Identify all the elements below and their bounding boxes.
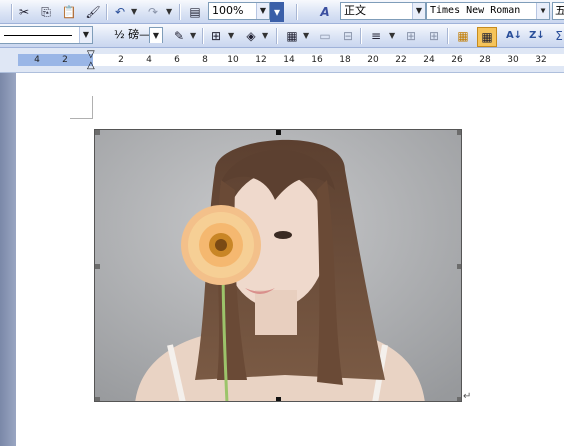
- toolbar-separator: [296, 4, 298, 20]
- toolbar-separator: [106, 4, 108, 20]
- sort-descending-icon[interactable]: Z↓: [528, 27, 546, 45]
- ruler-number: 2: [62, 55, 68, 65]
- resize-handle[interactable]: [457, 397, 461, 401]
- standard-toolbar: ▏ ✂ ⎘ 📋 🖌 ↶ ▼ ↷ ▼ ▤ 100% ▼ ▾ A 正文 ▼ Time…: [0, 0, 564, 24]
- ruler-number: 26: [451, 55, 463, 65]
- resize-handle[interactable]: [276, 397, 281, 401]
- autosum-icon[interactable]: Σ: [550, 27, 564, 45]
- shading-dropdown-arrow[interactable]: ▼: [262, 27, 268, 45]
- distribute-rows-icon[interactable]: ⊞: [402, 27, 420, 45]
- hanging-indent-marker[interactable]: △: [87, 61, 95, 71]
- line-weight-value: ½ 磅—: [114, 28, 151, 41]
- toolbar-separator: [276, 28, 278, 44]
- line-weight-dropdown[interactable]: ½ 磅— ▼: [110, 26, 164, 44]
- resize-handle[interactable]: [95, 264, 100, 269]
- photo-image: [95, 130, 461, 401]
- format-painter-icon[interactable]: 🖌: [84, 3, 102, 21]
- font-dropdown[interactable]: Times New Roman ▼: [426, 2, 550, 20]
- sort-ascending-icon[interactable]: A↓: [505, 27, 523, 45]
- ruler-number: 24: [423, 55, 435, 65]
- toolbar-separator: [202, 28, 204, 44]
- ruler-number: 30: [507, 55, 519, 65]
- show-gridlines-icon[interactable]: ▦: [477, 27, 497, 47]
- distribute-columns-icon[interactable]: ⊞: [425, 27, 443, 45]
- ruler-number: 32: [535, 55, 547, 65]
- ruler-number: 14: [283, 55, 295, 65]
- text-boundary-corner: [70, 96, 93, 119]
- border-dropdown-arrow[interactable]: ▼: [228, 27, 234, 45]
- undo-dropdown-arrow[interactable]: ▼: [131, 3, 137, 21]
- ruler-number: 4: [34, 55, 40, 65]
- split-cells-icon[interactable]: ⊟: [339, 27, 357, 45]
- insert-table-dropdown-arrow[interactable]: ▼: [303, 27, 309, 45]
- resize-handle[interactable]: [457, 130, 461, 135]
- merge-cells-icon[interactable]: ▭: [316, 27, 334, 45]
- inserted-photo[interactable]: [94, 129, 462, 402]
- outside-border-icon[interactable]: ⊞: [207, 27, 225, 45]
- ruler-number: 20: [367, 55, 379, 65]
- ruler-number: 28: [479, 55, 491, 65]
- paragraph-mark-icon: ↵: [463, 391, 472, 402]
- toolbar-options-icon[interactable]: ▾: [270, 2, 284, 22]
- ruler-page-area: [93, 54, 564, 66]
- toolbar-separator: [179, 4, 181, 20]
- first-line-indent-marker[interactable]: ▽: [87, 50, 95, 60]
- zoom-dropdown[interactable]: 100% ▼: [208, 2, 270, 20]
- shading-color-icon[interactable]: ◈: [242, 27, 260, 45]
- tables-borders-toolbar: ▼ ½ 磅— ▼ ✎ ▼ ⊞ ▼ ◈ ▼ ▦ ▼ ▭ ⊟ ≡ ▼ ⊞ ⊞ ▦ ▦…: [0, 24, 564, 48]
- copy-icon[interactable]: ⎘: [37, 3, 55, 21]
- ruler-number: 2: [118, 55, 124, 65]
- resize-handle[interactable]: [276, 130, 281, 135]
- insert-table-icon[interactable]: ▦: [283, 27, 301, 45]
- ruler-number: 16: [311, 55, 323, 65]
- cut-icon[interactable]: ✂: [15, 3, 33, 21]
- resize-handle[interactable]: [95, 130, 100, 135]
- resize-handle[interactable]: [457, 264, 461, 269]
- table-autoformat-icon[interactable]: ▦: [454, 27, 472, 45]
- border-color-dropdown-arrow[interactable]: ▼: [190, 27, 196, 45]
- style-value: 正文: [344, 4, 366, 17]
- ruler-left-margin: [18, 54, 93, 66]
- toolbar-separator: [11, 4, 13, 20]
- font-size-dropdown[interactable]: 五: [552, 2, 564, 20]
- ruler-number: 22: [395, 55, 407, 65]
- chevron-down-icon[interactable]: ▼: [256, 3, 269, 19]
- horizontal-ruler[interactable]: ▽ △ 4 2 2 4 6 8 10 12 14 16 18 20 22 24 …: [0, 48, 564, 73]
- align-dropdown-arrow[interactable]: ▼: [389, 27, 395, 45]
- chevron-down-icon[interactable]: ▼: [79, 27, 92, 43]
- toolbar-separator: [447, 28, 449, 44]
- zoom-value: 100%: [212, 4, 244, 17]
- paste-icon[interactable]: 📋: [60, 3, 78, 21]
- resize-handle[interactable]: [95, 397, 100, 401]
- align-icon[interactable]: ≡: [367, 27, 385, 45]
- ruler-number: 18: [339, 55, 351, 65]
- ruler-number: 10: [227, 55, 239, 65]
- chevron-down-icon[interactable]: ▼: [536, 3, 549, 19]
- font-size-value: 五: [555, 4, 564, 17]
- style-dropdown[interactable]: 正文 ▼: [340, 2, 426, 20]
- line-style-preview: [4, 35, 72, 36]
- border-color-icon[interactable]: ✎: [170, 27, 188, 45]
- ruler-number: 4: [146, 55, 152, 65]
- ruler-number: 6: [174, 55, 180, 65]
- styles-formatting-icon[interactable]: A: [316, 3, 334, 21]
- redo-icon[interactable]: ↷: [144, 3, 162, 21]
- ruler-number: 8: [202, 55, 208, 65]
- line-style-dropdown[interactable]: ▼: [0, 26, 93, 44]
- chevron-down-icon[interactable]: ▼: [149, 27, 163, 43]
- ruler-number: 12: [255, 55, 267, 65]
- vertical-ruler: [0, 73, 16, 446]
- reading-layout-icon[interactable]: ▤: [186, 3, 204, 21]
- font-value: Times New Roman: [430, 5, 521, 16]
- redo-dropdown-arrow[interactable]: ▼: [166, 3, 172, 21]
- chevron-down-icon[interactable]: ▼: [412, 3, 425, 19]
- undo-icon[interactable]: ↶: [111, 3, 129, 21]
- toolbar-separator: [360, 28, 362, 44]
